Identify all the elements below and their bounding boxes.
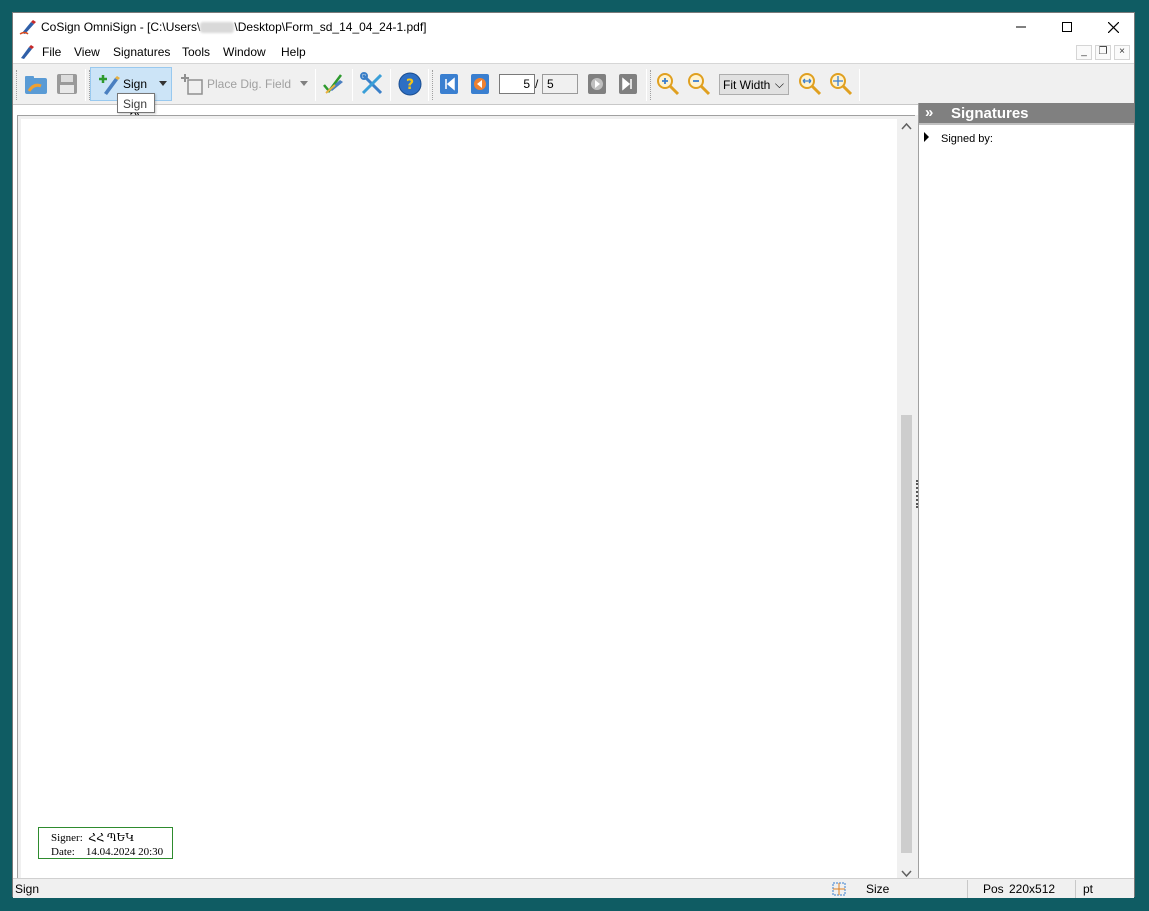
zoom-area-icon[interactable] bbox=[828, 71, 854, 97]
menu-signatures[interactable]: Signatures bbox=[113, 45, 170, 59]
help-icon[interactable]: ? bbox=[397, 71, 423, 97]
date-line: Date: 14.04.2024 20:30 bbox=[51, 845, 172, 859]
date-label: Date: bbox=[51, 846, 75, 858]
app-window: CoSign OmniSign - [C:\Users\ \Desktop\For… bbox=[12, 12, 1135, 898]
zoom-out-icon[interactable] bbox=[686, 71, 712, 97]
toolbar-separator bbox=[646, 69, 647, 101]
status-unit: pt bbox=[1083, 882, 1094, 896]
signer-label: Signer: bbox=[51, 832, 83, 844]
zoom-value: Fit Width bbox=[723, 78, 771, 92]
status-divider bbox=[967, 880, 968, 898]
toolbar-grip[interactable] bbox=[16, 70, 18, 100]
zoom-in-icon[interactable] bbox=[655, 71, 681, 97]
sign-dropdown-arrow[interactable] bbox=[159, 81, 167, 87]
signer-value: ՀՀ ՊԵԿ bbox=[88, 832, 135, 844]
toolbar-separator bbox=[859, 69, 860, 101]
title-bar: CoSign OmniSign - [C:\Users\ \Desktop\For… bbox=[13, 13, 1134, 41]
first-page-icon[interactable] bbox=[436, 71, 462, 97]
mdi-controls: _ ❐ × bbox=[1076, 45, 1130, 60]
status-divider bbox=[1075, 880, 1076, 898]
minimize-button[interactable] bbox=[998, 13, 1044, 41]
position-grid-icon bbox=[832, 882, 846, 896]
next-page-icon[interactable] bbox=[584, 71, 610, 97]
sign-label: Sign bbox=[123, 77, 148, 91]
fit-width-icon[interactable] bbox=[797, 71, 823, 97]
place-field-button[interactable]: Place Dig. Field bbox=[207, 77, 291, 91]
place-field-icon bbox=[181, 74, 203, 95]
place-field-dropdown-arrow[interactable] bbox=[300, 81, 308, 87]
redacted-username bbox=[200, 22, 235, 34]
menu-tools[interactable]: Tools bbox=[182, 45, 210, 59]
mdi-close-button[interactable]: × bbox=[1114, 45, 1130, 60]
menu-bar: File View Signatures Tools Window Help _… bbox=[13, 41, 1134, 63]
toolbar-separator bbox=[85, 69, 86, 101]
status-bar: Sign Size Pos 220x512 pt bbox=[13, 878, 1134, 898]
signatures-panel: » Signatures Signed by: bbox=[918, 103, 1134, 884]
status-pos-label: Pos bbox=[983, 882, 1004, 896]
close-icon bbox=[1107, 21, 1119, 33]
document-icon bbox=[21, 45, 34, 59]
signed-by-node[interactable]: Signed by: bbox=[941, 133, 993, 145]
total-pages-field: 5 bbox=[542, 74, 578, 94]
verify-icon[interactable] bbox=[321, 71, 347, 97]
signatures-panel-title: Signatures bbox=[951, 105, 1029, 122]
menu-window[interactable]: Window bbox=[223, 45, 266, 59]
svg-text:?: ? bbox=[406, 77, 414, 93]
menu-file[interactable]: File bbox=[42, 45, 61, 59]
document-viewport[interactable]: Signer: ՀՀ ՊԵԿ Date: 14.04.2024 20:30 bbox=[17, 115, 915, 884]
save-icon[interactable] bbox=[54, 71, 80, 97]
maximize-button[interactable] bbox=[1044, 13, 1090, 41]
scroll-up-arrow[interactable] bbox=[898, 118, 915, 135]
expand-arrow-icon[interactable] bbox=[924, 132, 929, 142]
menu-help[interactable]: Help bbox=[281, 45, 306, 59]
signature-stamp[interactable]: Signer: ՀՀ ՊԵԿ Date: 14.04.2024 20:30 bbox=[38, 827, 173, 859]
toolbar-separator bbox=[315, 69, 316, 101]
vertical-scrollbar[interactable] bbox=[898, 116, 915, 883]
toolbar-separator bbox=[390, 69, 391, 101]
prev-page-icon[interactable] bbox=[467, 71, 493, 97]
zoom-select[interactable]: Fit Width ⌵ bbox=[719, 74, 789, 95]
status-message: Sign bbox=[15, 882, 40, 896]
page-separator: / bbox=[535, 77, 539, 91]
scroll-thumb[interactable] bbox=[901, 415, 912, 853]
toolbar-separator bbox=[428, 69, 429, 101]
last-page-icon[interactable] bbox=[615, 71, 641, 97]
status-pos-value: 220x512 bbox=[1009, 882, 1056, 896]
window-title: CoSign OmniSign - [C:\Users\ \Desktop\For… bbox=[41, 20, 427, 34]
mdi-minimize-button[interactable]: _ bbox=[1076, 45, 1092, 60]
collapse-chevron-icon[interactable]: » bbox=[925, 104, 933, 121]
status-size-label: Size bbox=[866, 882, 890, 896]
toolbar-grip[interactable] bbox=[650, 70, 652, 100]
tools-icon[interactable] bbox=[359, 71, 385, 97]
app-icon bbox=[19, 20, 36, 35]
minimize-icon bbox=[1016, 26, 1026, 28]
title-prefix: CoSign OmniSign - [C:\Users\ bbox=[41, 20, 201, 34]
menu-view[interactable]: View bbox=[74, 45, 100, 59]
current-page-input[interactable] bbox=[499, 74, 535, 94]
toolbar-grip[interactable] bbox=[432, 70, 434, 100]
maximize-icon bbox=[1062, 22, 1072, 32]
mdi-restore-button[interactable]: ❐ bbox=[1095, 45, 1111, 60]
chevron-down-icon: ⌵ bbox=[774, 77, 784, 91]
main-toolbar: Sign Place Dig. Field ? 5 / 5 Fit Width … bbox=[13, 63, 1134, 118]
signatures-panel-header[interactable]: » Signatures bbox=[919, 103, 1134, 125]
sign-tooltip: Sign bbox=[117, 93, 155, 113]
open-icon[interactable] bbox=[23, 71, 49, 97]
close-button[interactable] bbox=[1090, 13, 1136, 41]
date-value: 14.04.2024 20:30 bbox=[85, 846, 164, 858]
title-suffix: \Desktop\Form_sd_14_04_24-1.pdf] bbox=[234, 20, 427, 34]
toolbar-separator bbox=[352, 69, 353, 101]
signer-line: Signer: ՀՀ ՊԵԿ bbox=[51, 831, 172, 845]
pdf-page[interactable]: Signer: ՀՀ ՊԵԿ Date: 14.04.2024 20:30 bbox=[21, 119, 897, 881]
